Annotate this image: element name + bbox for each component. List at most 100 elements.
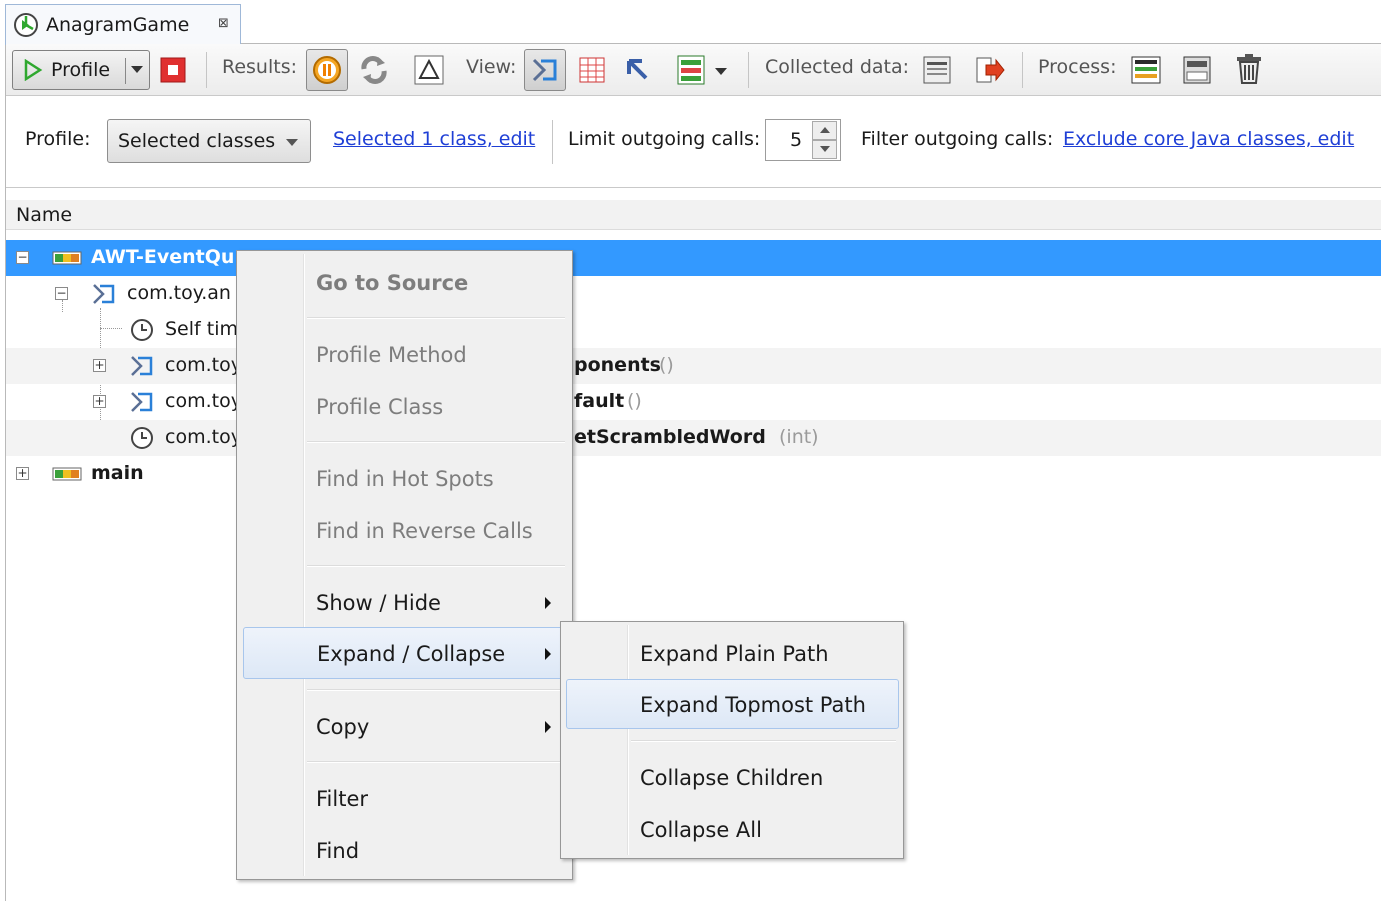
hot-spots-icon[interactable] (578, 56, 606, 84)
method-name: ponents (574, 354, 661, 376)
menu-item-label: Collapse Children (640, 766, 824, 790)
pause-results-button[interactable] (306, 49, 348, 91)
menu-item-collapse-children[interactable]: Collapse Children (564, 752, 900, 804)
thread-icon (52, 467, 82, 481)
garbage-collect-icon[interactable] (1234, 53, 1264, 85)
limit-outgoing-spinner[interactable]: 5 (765, 119, 841, 161)
profile-options-bar: Profile: Selected classes Selected 1 cla… (6, 96, 1381, 188)
heap-dump-icon[interactable] (1182, 55, 1212, 85)
view-label: View: (466, 56, 517, 78)
submenu-arrow-icon (545, 721, 551, 733)
results-label: Results: (222, 56, 298, 78)
tree-row-label: com.toy.an (127, 282, 231, 304)
menu-item-filter[interactable]: Filter (240, 773, 569, 825)
menu-item-collapse-all[interactable]: Collapse All (564, 804, 900, 856)
menu-separator (307, 565, 565, 567)
call-tree-icon (532, 58, 557, 82)
chevron-down-icon (286, 139, 298, 146)
collapse-icon[interactable]: − (16, 251, 29, 264)
clock-icon (131, 427, 153, 449)
expand-collapse-submenu: Expand Plain Path Expand Topmost Path Co… (560, 621, 904, 859)
profile-mode-value: Selected classes (118, 130, 276, 152)
filter-outgoing-link[interactable]: Exclude core Java classes, edit (1063, 128, 1354, 150)
close-tab-icon[interactable]: ⊠ (218, 16, 229, 31)
menu-separator (307, 317, 565, 319)
menu-item-label: Expand / Collapse (317, 642, 506, 666)
menu-item-expand-topmost-path[interactable]: Expand Topmost Path (566, 679, 899, 729)
name-column-header[interactable]: Name (6, 200, 1381, 230)
menu-item-find-in-reverse-calls[interactable]: Find in Reverse Calls (240, 505, 569, 557)
tree-row-method[interactable]: + com.toy fault () (6, 384, 1381, 420)
menu-item-expand-plain-path[interactable]: Expand Plain Path (564, 628, 900, 680)
tree-row-label: main (91, 462, 144, 484)
limit-outgoing-value: 5 (790, 129, 803, 151)
refresh-icon[interactable] (358, 55, 390, 85)
tab-title: AnagramGame (46, 14, 190, 36)
menu-item-label: Show / Hide (316, 591, 441, 615)
threads-dump-icon[interactable] (1130, 55, 1162, 85)
profile-dropdown-arrow-icon[interactable] (131, 66, 143, 73)
menu-item-label: Collapse All (640, 818, 762, 842)
profiler-tab-icon (14, 13, 38, 37)
menu-item-find-in-hot-spots[interactable]: Find in Hot Spots (240, 453, 569, 505)
tree-row-method[interactable]: com.toy etScrambledWord (int) (6, 420, 1381, 456)
collapse-icon[interactable]: − (55, 287, 68, 300)
context-menu: Go to Source Profile Method Profile Clas… (236, 250, 573, 880)
expand-icon[interactable]: + (93, 359, 106, 372)
filter-outgoing-label: Filter outgoing calls: (861, 128, 1054, 150)
tree-row-label: com.toy (165, 354, 242, 376)
menu-separator (307, 441, 565, 443)
menu-item-go-to-source[interactable]: Go to Source (240, 257, 569, 309)
method-args: () (659, 354, 674, 376)
tab-bar: AnagramGame ⊠ (0, 0, 1381, 45)
options-separator (552, 120, 553, 164)
reverse-calls-icon[interactable] (624, 56, 652, 84)
menu-item-label: Filter (316, 787, 369, 811)
menu-item-label: Profile Method (316, 343, 467, 367)
toolbar-separator (206, 52, 207, 88)
stop-icon[interactable] (159, 56, 187, 84)
menu-item-label: Find in Reverse Calls (316, 519, 533, 543)
menu-item-label: Find (316, 839, 360, 863)
limit-outgoing-label: Limit outgoing calls: (568, 128, 761, 150)
tree-row-label: com.toy (165, 390, 242, 412)
menu-item-label: Expand Plain Path (640, 642, 829, 666)
combined-view-icon[interactable] (676, 54, 706, 86)
spinner-up-button[interactable] (812, 121, 837, 140)
clock-icon (131, 319, 153, 341)
selected-classes-link[interactable]: Selected 1 class, edit (333, 128, 535, 150)
tree-row-label: AWT-EventQu (91, 246, 235, 268)
delta-icon[interactable] (414, 55, 444, 85)
expand-icon[interactable]: + (93, 395, 106, 408)
export-icon[interactable] (974, 55, 1006, 85)
toolbar-separator (748, 52, 749, 88)
menu-item-find[interactable]: Find (240, 825, 569, 877)
expand-icon[interactable]: + (16, 467, 29, 480)
profile-button[interactable]: Profile (12, 50, 150, 90)
tree-row-main[interactable]: + main (6, 456, 1381, 492)
method-icon (93, 284, 115, 304)
tab-anagramgame[interactable]: AnagramGame ⊠ (5, 4, 241, 45)
tree-row-self-time[interactable]: Self tim (6, 312, 1381, 348)
method-icon (131, 356, 153, 376)
tree-row-method[interactable]: − com.toy.an (6, 276, 1381, 312)
submenu-arrow-icon (545, 597, 551, 609)
menu-item-show-hide[interactable]: Show / Hide (240, 577, 569, 629)
snapshot-icon[interactable] (922, 55, 952, 85)
profile-mode-select[interactable]: Selected classes (107, 119, 311, 163)
menu-item-expand-collapse[interactable]: Expand / Collapse (243, 627, 567, 679)
view-dropdown-arrow-icon[interactable] (715, 68, 727, 75)
spinner-down-button[interactable] (812, 140, 837, 159)
tree-row-label: com.toy (165, 426, 242, 448)
process-label: Process: (1038, 56, 1117, 78)
tree-row-method[interactable]: + com.toy ponents () (6, 348, 1381, 384)
toolbar-separator (1022, 52, 1023, 88)
menu-item-profile-method[interactable]: Profile Method (240, 329, 569, 381)
tree-row-awt-eventqueue[interactable]: − AWT-EventQu (6, 240, 1381, 276)
menu-item-label: Profile Class (316, 395, 444, 419)
menu-item-profile-class[interactable]: Profile Class (240, 381, 569, 433)
pause-icon (313, 56, 341, 84)
menu-separator (307, 761, 565, 763)
menu-item-copy[interactable]: Copy (240, 701, 569, 753)
view-call-tree-button[interactable] (524, 49, 566, 91)
